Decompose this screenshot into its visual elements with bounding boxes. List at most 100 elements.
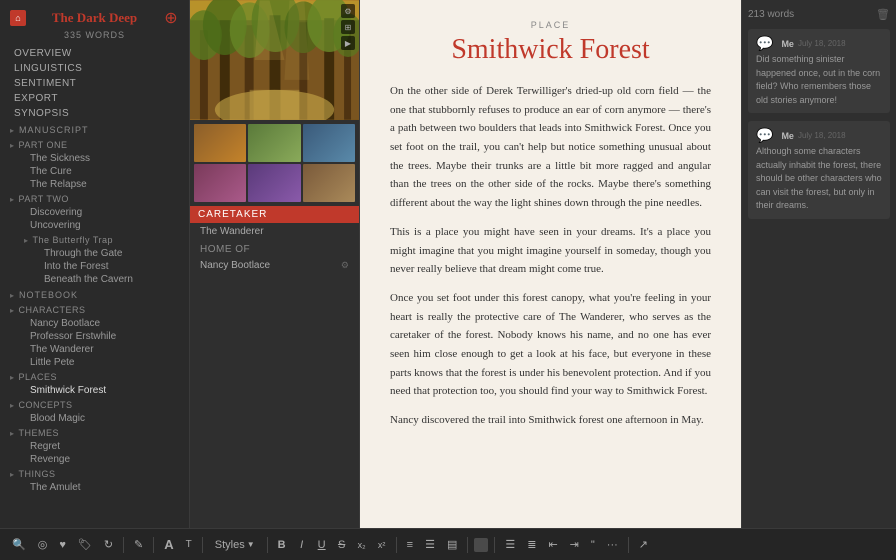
sidebar-item-export[interactable]: EXPORT xyxy=(0,91,189,106)
bold-btn[interactable]: B xyxy=(274,537,290,553)
list-item[interactable]: Discovering xyxy=(0,206,189,219)
text-A-btn[interactable]: A xyxy=(160,535,177,554)
word-count-label: 335 WORDS xyxy=(0,30,189,46)
home-icon[interactable]: ⌂ xyxy=(10,10,26,26)
image-settings-btn[interactable]: ⚙ xyxy=(341,4,355,18)
separator-4 xyxy=(267,537,268,553)
indent-increase-btn[interactable]: ⇥ xyxy=(566,536,583,553)
styles-dropdown[interactable]: Styles ▼ xyxy=(209,537,261,553)
thumbnail[interactable] xyxy=(303,124,355,162)
list-item[interactable]: Smithwick Forest xyxy=(0,384,189,397)
list-item[interactable]: The Amulet xyxy=(0,481,189,494)
comment-date-2: July 18, 2018 xyxy=(798,131,846,140)
sidebar-item-linguistics[interactable]: LINGUISTICS xyxy=(0,61,189,76)
align-right-btn[interactable]: ▤ xyxy=(443,536,461,553)
list-item[interactable]: Professor Erstwhile xyxy=(0,330,189,343)
share-btn[interactable]: ↗ xyxy=(635,536,652,553)
gear-icon[interactable]: ⚙ xyxy=(341,260,349,271)
sidebar-subsection-places[interactable]: PLACES xyxy=(0,369,189,384)
subscript-btn[interactable]: x₂ xyxy=(354,538,370,552)
content-area: PLACE Smithwick Forest On the other side… xyxy=(360,0,741,528)
separator-6 xyxy=(467,537,468,553)
caretaker-section[interactable]: CARETAKER xyxy=(190,206,359,223)
tag-btn[interactable]: 🏷 xyxy=(74,536,96,553)
list-item[interactable]: Revenge xyxy=(0,453,189,466)
butterfly-trap-section: The Butterfly Trap Through the Gate Into… xyxy=(0,232,189,286)
list-item[interactable]: Regret xyxy=(0,440,189,453)
sidebar-subsection-things[interactable]: THINGS xyxy=(0,466,189,481)
image-controls: ⚙ ⊞ ▶ xyxy=(341,4,355,50)
comment-author-name-2: Me xyxy=(781,131,794,141)
blockquote-btn[interactable]: " xyxy=(587,537,599,553)
list-unordered-btn[interactable]: ☰ xyxy=(501,536,519,553)
sidebar-item-synopsis[interactable]: SYNOPSIS xyxy=(0,106,189,121)
superscript-btn[interactable]: x² xyxy=(374,538,390,552)
thumbnail[interactable] xyxy=(303,164,355,202)
list-item[interactable]: Into the Forest xyxy=(14,260,189,273)
list-item[interactable]: Nancy Bootlace xyxy=(0,317,189,330)
sidebar-subsection-part-two[interactable]: PART TWO xyxy=(0,191,189,206)
text-t-btn[interactable]: T xyxy=(182,537,196,552)
search-btn[interactable]: 🔍 xyxy=(8,536,30,553)
underline-btn[interactable]: U xyxy=(314,537,330,553)
thumbnail[interactable] xyxy=(194,164,246,202)
pencil-btn[interactable]: ✎ xyxy=(130,536,147,553)
refresh-btn[interactable]: ↻ xyxy=(100,536,117,553)
chevron-down-icon: ▼ xyxy=(247,540,255,549)
paragraph-1: On the other side of Derek Terwilliger's… xyxy=(390,82,711,213)
list-item[interactable]: Beneath the Cavern xyxy=(14,273,189,286)
list-ordered-btn[interactable]: ≣ xyxy=(523,536,540,553)
sidebar-subsection-concepts[interactable]: CONCEPTS xyxy=(0,397,189,412)
home-of-label: HOME OF xyxy=(190,240,359,257)
thumbnail[interactable] xyxy=(194,124,246,162)
comment-text-1: Did something sinister happened once, ou… xyxy=(756,53,882,107)
target-btn[interactable]: ◎ xyxy=(34,536,52,553)
italic-btn[interactable]: I xyxy=(294,537,310,553)
comment-author-1: 💬 Me July 18, 2018 xyxy=(756,35,882,52)
comment-card-2: 💬 Me July 18, 2018 Although some charact… xyxy=(748,121,890,219)
list-item[interactable]: The Relapse xyxy=(0,178,189,191)
list-item[interactable]: Through the Gate xyxy=(14,247,189,260)
align-left-btn[interactable]: ≡ xyxy=(403,537,417,553)
list-item[interactable]: The Cure xyxy=(0,165,189,178)
image-link-btn[interactable]: ⊞ xyxy=(341,20,355,34)
align-center-btn[interactable]: ☰ xyxy=(421,536,439,553)
comment-author-name-1: Me xyxy=(781,39,794,49)
content-text[interactable]: On the other side of Derek Terwilliger's… xyxy=(390,82,711,440)
indent-decrease-btn[interactable]: ⇤ xyxy=(544,536,561,553)
sidebar-subsection-characters[interactable]: CHARACTERS xyxy=(0,302,189,317)
separator-7 xyxy=(494,537,495,553)
sidebar-subsection-part-one[interactable]: PART ONE xyxy=(0,137,189,152)
sidebar-item-overview[interactable]: OVERVIEW xyxy=(0,46,189,61)
image-nav-btn[interactable]: ▶ xyxy=(341,36,355,50)
bookmark-btn[interactable]: ♥ xyxy=(55,537,70,553)
comment-card-1: 💬 Me July 18, 2018 Did something siniste… xyxy=(748,29,890,113)
strikethrough-btn[interactable]: S xyxy=(334,537,350,553)
thumbnails-grid xyxy=(190,120,359,206)
thumbnail[interactable] xyxy=(248,124,300,162)
separator-8 xyxy=(628,537,629,553)
wanderer-item[interactable]: The Wanderer xyxy=(190,223,359,240)
comment-text-2: Although some characters actually inhabi… xyxy=(756,145,882,213)
sidebar-subsection-butterfly-trap[interactable]: The Butterfly Trap xyxy=(14,232,189,247)
thumbnail[interactable] xyxy=(248,164,300,202)
separator-2 xyxy=(153,537,154,553)
sidebar-subsection-themes[interactable]: THEMES xyxy=(0,425,189,440)
sidebar-item-sentiment[interactable]: SENTIMENT xyxy=(0,76,189,91)
list-item[interactable]: Blood Magic xyxy=(0,412,189,425)
block-btn[interactable] xyxy=(474,538,488,552)
add-icon[interactable]: ⊕ xyxy=(163,10,179,26)
list-item[interactable]: Uncovering xyxy=(0,219,189,232)
sidebar-section-notebook[interactable]: NOTEBOOK xyxy=(0,286,189,302)
trash-icon[interactable]: 🗑 xyxy=(876,8,890,21)
paragraph-3: Once you set foot under this forest cano… xyxy=(390,289,711,401)
more-btn[interactable]: ··· xyxy=(603,537,622,553)
word-count-right: 213 words xyxy=(748,9,798,20)
list-item[interactable]: The Sickness xyxy=(0,152,189,165)
list-item[interactable]: Little Pete xyxy=(0,356,189,369)
sidebar-section-manuscript[interactable]: MANUSCRIPT xyxy=(0,121,189,137)
place-title: Smithwick Forest xyxy=(390,34,711,66)
list-item[interactable]: The Wanderer xyxy=(0,343,189,356)
nancy-item-row[interactable]: Nancy Bootlace ⚙ xyxy=(190,257,359,274)
paragraph-2: This is a place you might have seen in y… xyxy=(390,223,711,279)
